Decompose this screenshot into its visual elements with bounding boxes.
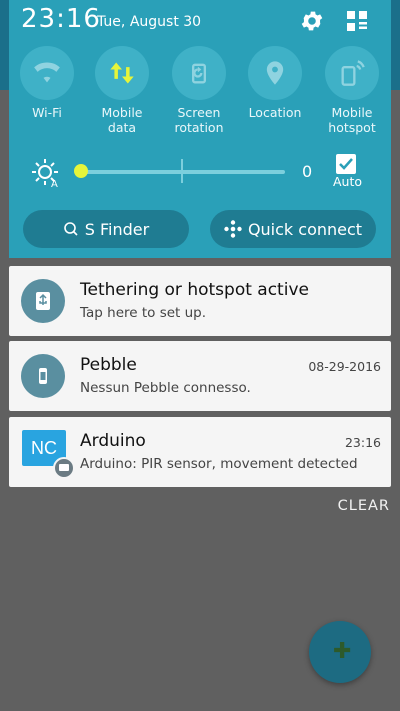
clock: 23:16: [21, 4, 101, 34]
avatar: [21, 354, 65, 398]
message-badge-icon: [53, 457, 75, 479]
wifi-icon: [34, 62, 60, 83]
quick-connect-icon: [224, 220, 242, 238]
clear-button[interactable]: CLEAR: [338, 498, 390, 514]
checkmark-icon: [339, 158, 353, 170]
notification-text: Nessun Pebble connesso.: [80, 380, 251, 396]
notification-pebble[interactable]: Pebble Nessun Pebble connesso. 08-29-201…: [9, 341, 391, 411]
fab-icon: ✚: [333, 639, 352, 664]
location-icon: [266, 61, 284, 85]
brightness-auto-sun-icon: A: [32, 159, 58, 188]
slider-midpoint-mark: [181, 159, 183, 183]
screen-rotation-icon: [192, 63, 206, 84]
notification-arduino[interactable]: NC Arduino Arduino: PIR sensor, movement…: [9, 417, 391, 487]
toggle-label: Screen rotation: [174, 105, 224, 135]
toggle-mobile-data[interactable]: Mobile data: [87, 46, 157, 135]
s-finder-button[interactable]: S Finder: [23, 210, 189, 248]
avatar: [21, 279, 65, 323]
toggle-wifi[interactable]: Wi-Fi: [12, 46, 82, 120]
brightness-slider[interactable]: [81, 170, 285, 174]
svg-text:A: A: [51, 179, 58, 188]
quick-connect-label: Quick connect: [247, 219, 363, 239]
edit-toggles-grid-icon[interactable]: [345, 9, 369, 33]
notification-text: Arduino: PIR sensor, movement detected: [80, 456, 358, 472]
floating-action-button[interactable]: ✚: [309, 621, 371, 683]
toggle-label: Location: [248, 105, 302, 120]
notification-time: 23:16: [344, 435, 381, 450]
toggle-label: Mobile data: [101, 105, 143, 135]
toggle-screen-rotation[interactable]: Screen rotation: [164, 46, 234, 135]
settings-gear-icon[interactable]: [299, 8, 325, 34]
auto-brightness-label: Auto: [333, 174, 363, 189]
toggle-label: Wi-Fi: [32, 105, 62, 120]
status-row: 23:16 Tue, August 30: [9, 0, 391, 44]
notification-text: Tap here to set up.: [80, 305, 207, 321]
notification-title: Arduino: [80, 431, 146, 451]
brightness-row: A 0 Auto: [9, 152, 391, 192]
mobile-hotspot-icon: [341, 60, 365, 86]
notification-tethering[interactable]: Tethering or hotspot active Tap here to …: [9, 266, 391, 336]
brightness-slider-thumb[interactable]: [74, 164, 88, 178]
quick-connect-button[interactable]: Quick connect: [210, 210, 376, 248]
quick-settings-panel: 23:16 Tue, August 30 Wi-Fi Mobile data S…: [9, 0, 391, 258]
toggle-location[interactable]: Location: [240, 46, 310, 120]
notification-title: Pebble: [80, 355, 137, 375]
date: Tue, August 30: [97, 14, 202, 30]
search-icon: [63, 222, 78, 236]
toggle-mobile-hotspot[interactable]: Mobile hotspot: [317, 46, 387, 135]
notification-title: Tethering or hotspot active: [80, 280, 309, 300]
brightness-value: 0: [302, 162, 313, 181]
watch-icon: [39, 368, 47, 384]
notification-time: 08-29-2016: [308, 359, 381, 374]
s-finder-label: S Finder: [84, 219, 150, 239]
mobile-data-icon: [110, 62, 134, 84]
toggle-label: Mobile hotspot: [328, 105, 376, 135]
usb-icon: [36, 292, 50, 310]
auto-brightness-checkbox[interactable]: [336, 154, 356, 174]
